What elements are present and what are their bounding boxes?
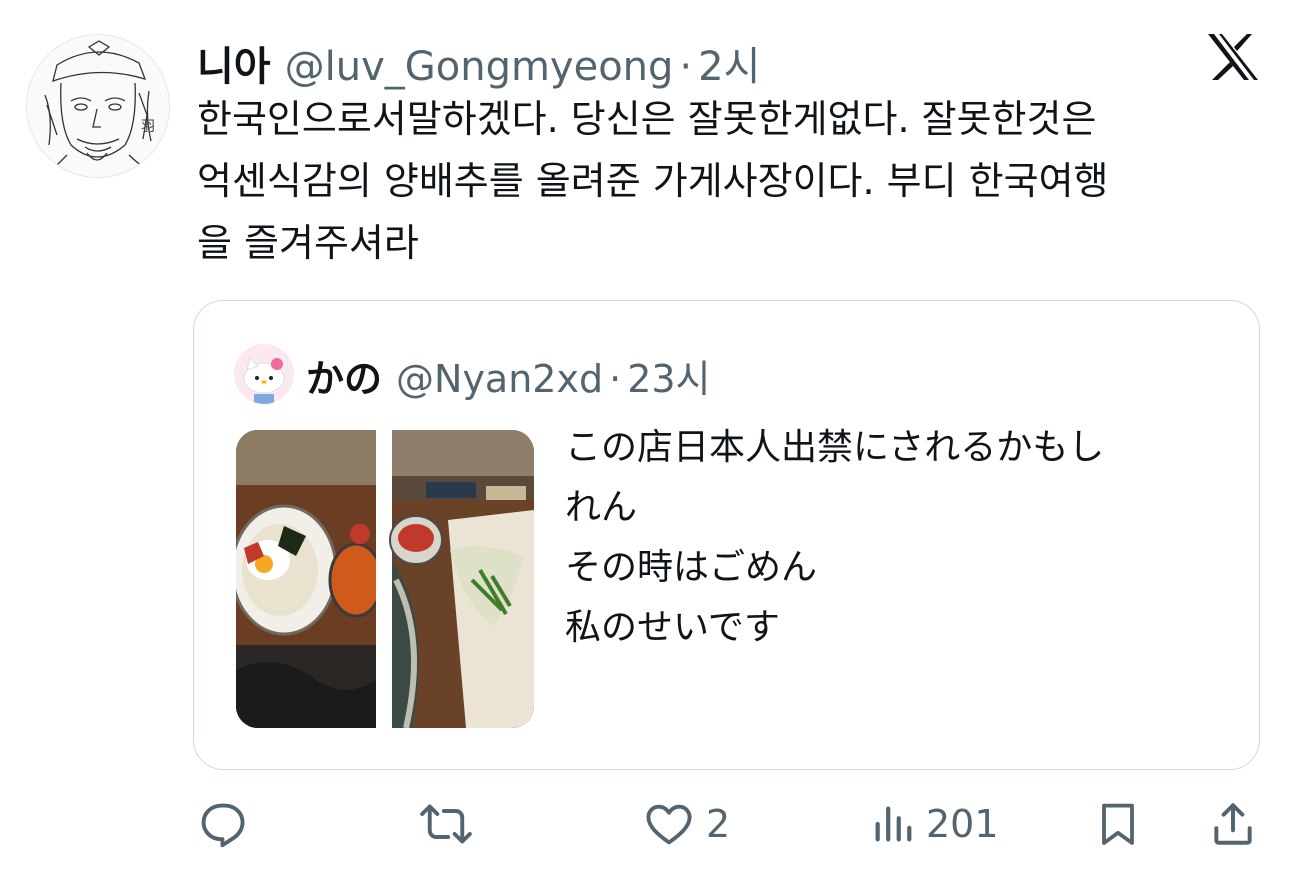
tweet-header: 니아 @luv_Gongmyeong · 2시 bbox=[197, 34, 760, 90]
bookmark-icon bbox=[1102, 803, 1134, 845]
author-handle[interactable]: @luv_Gongmyeong bbox=[285, 44, 674, 90]
quote-text-line: 私のせいです bbox=[565, 607, 780, 648]
quote-text-line: この店日本人出禁にされるかもし bbox=[565, 427, 1105, 468]
like-count: 2 bbox=[706, 802, 731, 846]
food-photo-right bbox=[389, 430, 534, 728]
quote-text-line: その時はごめん bbox=[565, 547, 818, 588]
food-photo-thumbnail-icon bbox=[236, 430, 534, 728]
quote-header: かの @Nyan2xd · 23시 bbox=[306, 348, 711, 403]
svg-text:羽: 羽 bbox=[141, 119, 155, 135]
reply-button[interactable] bbox=[196, 796, 248, 852]
sketch-portrait-avatar-icon: 羽 bbox=[27, 35, 169, 177]
retweet-button[interactable] bbox=[418, 796, 474, 852]
header-separator: · bbox=[679, 44, 693, 90]
quote-author-handle[interactable]: @Nyan2xd bbox=[396, 357, 603, 401]
retweet-icon bbox=[420, 804, 472, 844]
quote-text-line: れん bbox=[565, 487, 638, 528]
tweet-text-line: 억센식감의 양배추를 올려준 가게사장이다. 부디 한국여행 bbox=[197, 159, 1109, 203]
quote-media[interactable] bbox=[236, 430, 534, 728]
quote-timestamp[interactable]: 23시 bbox=[627, 348, 710, 403]
tweet-text-line: 한국인으로서말하겠다. 당신은 잘못한게없다. 잘못한것은 bbox=[197, 97, 1097, 141]
reply-icon bbox=[201, 803, 245, 848]
quote-header-separator: · bbox=[609, 357, 622, 401]
heart-icon bbox=[646, 804, 692, 845]
tweet-text: 한국인으로서말하겠다. 당신은 잘못한게없다. 잘못한것은 억센식감의 양배추를… bbox=[197, 88, 1272, 274]
hello-kitty-avatar-icon bbox=[234, 344, 294, 404]
share-icon bbox=[1214, 803, 1252, 845]
like-button[interactable]: 2 bbox=[642, 796, 730, 852]
tweet-text-line: 을 즐겨주셔라 bbox=[197, 221, 419, 265]
views-button[interactable]: 201 bbox=[870, 796, 999, 852]
author-avatar[interactable]: 羽 bbox=[26, 34, 170, 178]
food-photo-left bbox=[236, 430, 384, 728]
quote-text: この店日本人出禁にされるかもし れん その時はごめん 私のせいです bbox=[565, 418, 1245, 658]
quote-author-avatar[interactable] bbox=[234, 344, 294, 404]
share-button[interactable] bbox=[1208, 796, 1258, 852]
quote-author-display-name[interactable]: かの bbox=[306, 348, 382, 403]
tweet-timestamp[interactable]: 2시 bbox=[698, 34, 760, 92]
views-count: 201 bbox=[926, 802, 999, 846]
bookmark-button[interactable] bbox=[1094, 796, 1142, 852]
x-logo-icon bbox=[1206, 32, 1260, 82]
author-display-name[interactable]: 니아 bbox=[197, 34, 271, 92]
views-icon bbox=[875, 806, 912, 842]
